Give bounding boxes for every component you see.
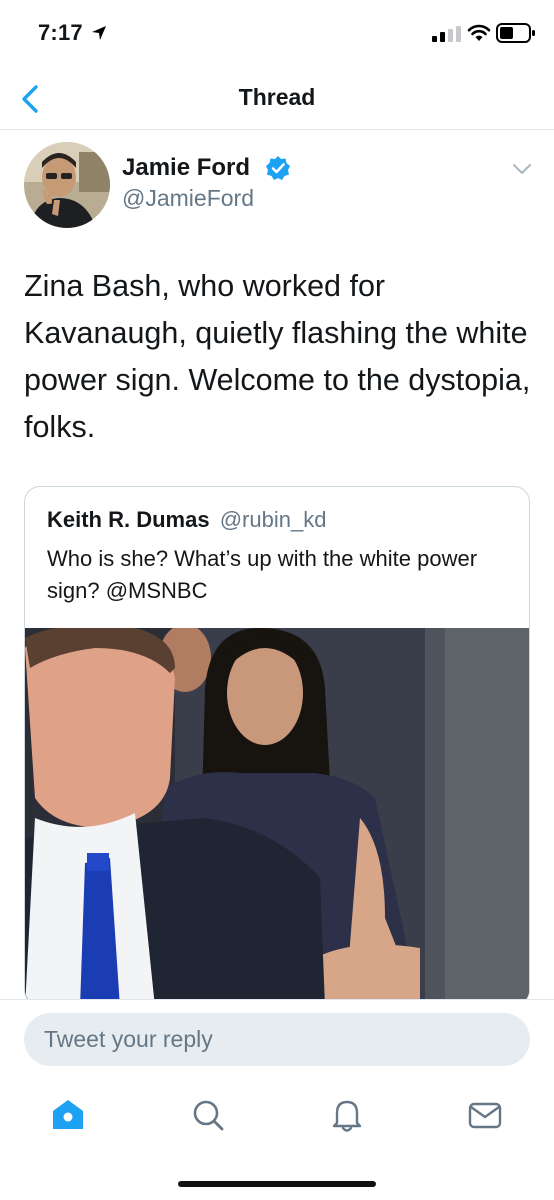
chevron-down-icon[interactable]: [512, 162, 532, 176]
tab-messages[interactable]: [465, 1095, 505, 1135]
media-still-illustration: [25, 624, 529, 1005]
verified-badge-icon: [266, 156, 290, 180]
nav-bar: Thread: [0, 66, 554, 130]
avatar-photo: [24, 142, 110, 228]
home-indicator: [178, 1181, 376, 1187]
author-handle[interactable]: @JamieFord: [122, 185, 254, 212]
tab-search[interactable]: [188, 1095, 228, 1135]
page-title: Thread: [238, 84, 316, 110]
messages-envelope-icon: [468, 1102, 502, 1129]
battery-icon: [496, 23, 535, 43]
quoted-tweet-card[interactable]: Keith R. Dumas @rubin_kd Who is she? Wha…: [24, 486, 530, 1006]
notifications-bell-icon: [332, 1100, 362, 1132]
tweet-text: Zina Bash, who worked for Kavanaugh, qui…: [24, 269, 531, 444]
status-time: 7:17: [38, 20, 83, 45]
cellular-signal-icon: [432, 26, 461, 42]
reply-input[interactable]: Tweet your reply: [24, 1013, 530, 1066]
tab-bar: [0, 1079, 554, 1200]
quote-media-image[interactable]: [25, 624, 529, 1005]
avatar[interactable]: [24, 142, 110, 228]
quote-author-handle: @rubin_kd: [219, 507, 327, 532]
status-bar: 7:17: [0, 0, 554, 66]
quote-header: Keith R. Dumas @rubin_kd: [47, 507, 326, 533]
author-name[interactable]: Jamie Ford: [122, 154, 250, 182]
home-icon: [53, 1100, 83, 1129]
reply-area: Tweet your reply: [0, 999, 554, 1079]
search-icon: [193, 1100, 224, 1131]
wifi-icon: [467, 24, 491, 41]
tab-notifications[interactable]: [327, 1095, 367, 1135]
location-arrow-icon: [92, 26, 106, 40]
quote-text: Who is she? What’s up with the white pow…: [47, 546, 478, 603]
quote-author-name: Keith R. Dumas: [47, 507, 210, 532]
tab-home[interactable]: [48, 1095, 88, 1135]
